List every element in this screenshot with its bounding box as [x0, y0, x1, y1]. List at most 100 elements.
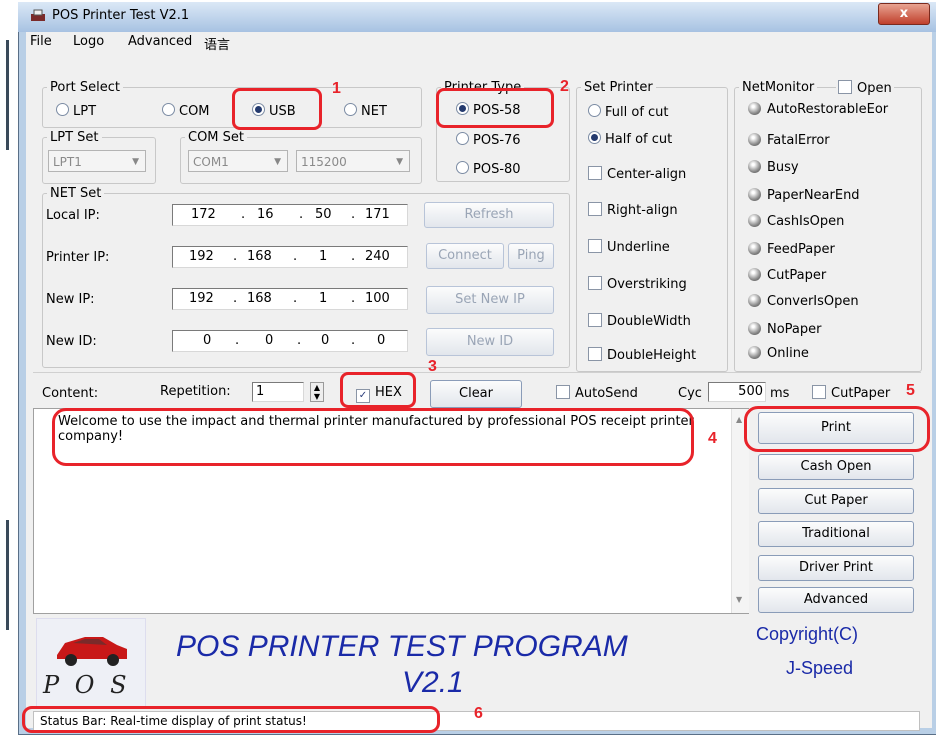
- check-right-align-label: Right-align: [607, 203, 678, 218]
- status-label: Busy: [767, 160, 799, 175]
- repetition-spinner[interactable]: ▲ ▼: [310, 382, 324, 402]
- annotation-number: 4: [708, 430, 717, 447]
- annotation-box-status: [22, 706, 440, 733]
- check-center-align[interactable]: Center-align: [588, 166, 686, 182]
- annotation-number: 5: [906, 382, 915, 399]
- local-ip-input[interactable]: 172. 16. 50. 171: [172, 204, 408, 226]
- check-right-align[interactable]: Right-align: [588, 202, 678, 218]
- checkbox: [588, 202, 602, 216]
- annotation-box-pos58: [436, 88, 554, 128]
- radio-net[interactable]: NET: [344, 103, 387, 119]
- check-underline[interactable]: Underline: [588, 239, 670, 255]
- menu-logo[interactable]: Logo: [73, 34, 104, 49]
- repetition-label: Repetition:: [160, 384, 231, 399]
- radio-com[interactable]: COM: [162, 103, 210, 119]
- lpt-select[interactable]: LPT1 ▼: [48, 150, 146, 172]
- status-conver-is-open: ConverIsOpen: [748, 294, 859, 309]
- cyc-input[interactable]: 500: [708, 382, 766, 402]
- baud-select[interactable]: 115200 ▼: [296, 150, 410, 172]
- cash-open-button[interactable]: Cash Open: [758, 454, 914, 480]
- ip-octet: 172: [191, 207, 216, 222]
- status-led-icon: [748, 133, 761, 146]
- radio-pos76[interactable]: POS-76: [456, 132, 521, 148]
- printer-ip-input[interactable]: 192. 168. 1. 240: [172, 246, 408, 268]
- ip-octet: 240: [365, 249, 390, 264]
- checkbox: [588, 239, 602, 253]
- radio-pos80-label: POS-80: [473, 162, 521, 177]
- cutpaper-checkbox[interactable]: CutPaper: [812, 385, 890, 401]
- traditional-button[interactable]: Traditional: [758, 521, 914, 547]
- radio-net-dot: [344, 103, 357, 116]
- scroll-down-icon[interactable]: ▼: [736, 595, 742, 604]
- close-button[interactable]: x: [878, 3, 930, 25]
- ip-dot: .: [351, 249, 356, 264]
- radio-full-cut[interactable]: Full of cut: [588, 104, 669, 120]
- spin-up-icon: ▲: [313, 383, 321, 392]
- status-label: FatalError: [767, 133, 830, 148]
- checkbox: [588, 313, 602, 327]
- checkbox: [838, 80, 852, 94]
- advanced-button[interactable]: Advanced: [758, 587, 914, 613]
- chevron-down-icon: ▼: [396, 157, 403, 167]
- net-set-legend: NET Set: [50, 186, 102, 201]
- annotation-box-hex: [340, 372, 416, 408]
- chevron-down-icon: ▼: [274, 157, 281, 167]
- annotation-number: 6: [474, 705, 483, 722]
- ip-octet: 50: [315, 207, 332, 222]
- status-fatal-error: FatalError: [748, 133, 830, 148]
- status-paper-near-end: PaperNearEnd: [748, 188, 860, 203]
- check-double-height-label: DoubleHeight: [607, 348, 697, 363]
- com-port-select[interactable]: COM1 ▼: [188, 150, 288, 172]
- ip-dot: .: [351, 291, 356, 306]
- annotation-box-print: [744, 406, 930, 452]
- scroll-up-icon[interactable]: ▲: [736, 415, 742, 424]
- net-monitor-open-check[interactable]: Open: [836, 80, 894, 96]
- refresh-button[interactable]: Refresh: [424, 202, 554, 228]
- status-busy: Busy: [748, 160, 799, 175]
- cut-paper-button[interactable]: Cut Paper: [758, 488, 914, 514]
- new-id-button[interactable]: New ID: [426, 328, 554, 356]
- annotation-number: 1: [332, 80, 341, 97]
- check-overstriking[interactable]: Overstriking: [588, 276, 687, 292]
- annotation-number: 3: [428, 358, 437, 375]
- set-printer-legend: Set Printer: [584, 80, 653, 95]
- set-new-ip-button[interactable]: Set New IP: [426, 286, 554, 314]
- radio-lpt[interactable]: LPT: [56, 103, 96, 119]
- check-overstriking-label: Overstriking: [607, 277, 687, 292]
- printer-app-icon: [31, 9, 45, 21]
- clear-button[interactable]: Clear: [430, 380, 522, 408]
- status-online: Online: [748, 346, 809, 361]
- checkbox: [556, 385, 570, 399]
- radio-lpt-label: LPT: [73, 104, 97, 119]
- pos-logo-text: P O S: [43, 671, 131, 699]
- driver-print-button[interactable]: Driver Print: [758, 555, 914, 581]
- ip-octet: 0: [377, 333, 386, 348]
- ip-octet: 0: [321, 333, 330, 348]
- check-double-height[interactable]: DoubleHeight: [588, 347, 696, 363]
- repetition-input[interactable]: 1: [252, 382, 304, 402]
- ping-button[interactable]: Ping: [508, 243, 554, 269]
- checkbox: [588, 347, 602, 361]
- autosend-checkbox[interactable]: AutoSend: [556, 385, 638, 401]
- net-monitor-legend: NetMonitor: [742, 80, 815, 95]
- status-label: NoPaper: [767, 322, 822, 337]
- radio-half-cut[interactable]: Half of cut: [588, 131, 672, 147]
- checkbox: [588, 276, 602, 290]
- new-id-label: New ID:: [46, 334, 97, 349]
- status-led-icon: [748, 322, 761, 335]
- spin-down-icon: ▼: [313, 392, 321, 401]
- status-feed-paper: FeedPaper: [748, 242, 835, 257]
- radio-pos80[interactable]: POS-80: [456, 161, 521, 177]
- new-id-input[interactable]: 0. 0. 0. 0: [172, 330, 408, 352]
- checkbox: [588, 166, 602, 180]
- check-double-width[interactable]: DoubleWidth: [588, 313, 691, 329]
- status-label: CashIsOpen: [767, 214, 845, 229]
- menu-advanced[interactable]: Advanced: [128, 34, 192, 49]
- connect-button[interactable]: Connect: [426, 243, 504, 269]
- new-ip-input[interactable]: 192. 168. 1. 100: [172, 288, 408, 310]
- status-led-icon: [748, 160, 761, 173]
- menu-file[interactable]: File: [30, 34, 52, 49]
- checkbox: [812, 385, 826, 399]
- window-title: POS Printer Test V2.1: [52, 8, 190, 23]
- menu-language[interactable]: 语言: [204, 34, 230, 53]
